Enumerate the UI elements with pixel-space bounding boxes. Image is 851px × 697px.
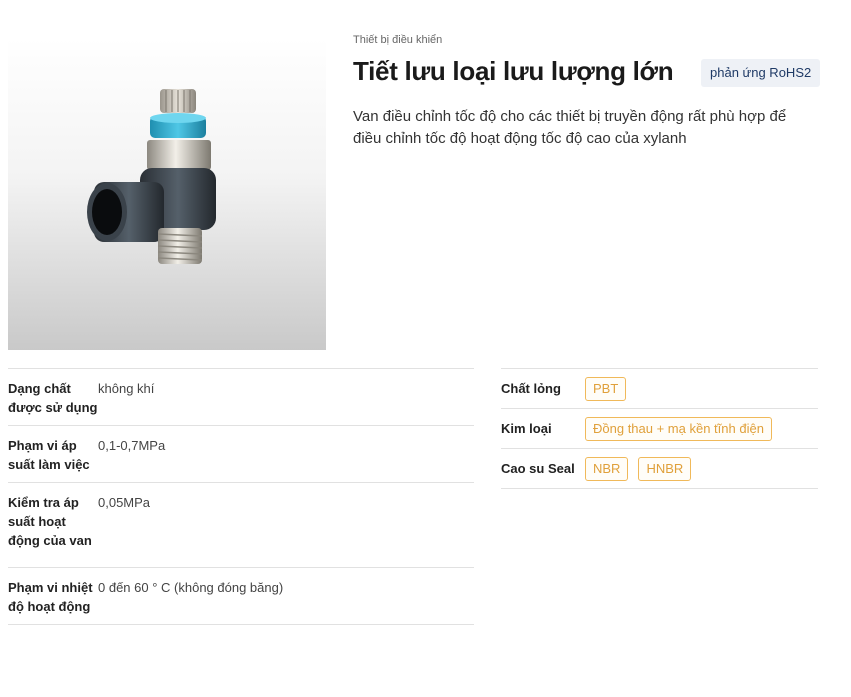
material-tag[interactable]: PBT [585,376,627,401]
material-tag[interactable]: NBR [585,456,629,481]
spec-row: Phạm vi nhiệt độ hoạt động 0 đến 60 ° C … [8,568,474,625]
speed-controller-fitting-icon [87,89,216,264]
material-tags: NBR HNBR [585,456,692,481]
spec-value: 0 đến 60 ° C (không đóng băng) [98,580,284,595]
material-table: Chất lỏng PBT Kim loại Đồng thau + mạ kề… [501,368,818,489]
material-tags: Đồng thau + mạ kền tĩnh điện [585,416,772,441]
spec-row: Kiểm tra áp suất hoạt động của van 0,05M… [8,483,474,568]
product-title: Tiết lưu loại lưu lượng lớn [353,56,674,86]
spec-label: Phạm vi nhiệt độ hoạt động [8,580,93,614]
spec-label: Dạng chất được sử dụng [8,381,98,415]
material-tag[interactable]: HNBR [638,456,692,481]
material-label: Chất lỏng [501,381,561,396]
material-row: Kim loại Đồng thau + mạ kền tĩnh điện [501,409,818,449]
spec-value: 0,05MPa [98,495,151,510]
product-description: Van điều chỉnh tốc độ cho các thiết bị t… [353,108,787,147]
material-row: Cao su Seal NBR HNBR [501,449,818,489]
material-tags: PBT [585,376,627,401]
spec-value: không khí [98,381,155,396]
spec-label: Kiểm tra áp suất hoạt động của van [8,495,92,548]
material-tag[interactable]: Đồng thau + mạ kền tĩnh điện [585,416,772,441]
rohs-badge: phản ứng RoHS2 [701,59,821,87]
material-label: Cao su Seal [501,461,575,476]
product-image [8,38,326,350]
spec-table: Dạng chất được sử dụng không khí Phạm vi… [8,368,474,625]
material-label: Kim loại [501,421,552,436]
material-row: Chất lỏng PBT [501,369,818,409]
spec-value: 0,1-0,7MPa [98,438,166,453]
product-category: Thiết bị điều khiển [353,34,443,46]
spec-row: Dạng chất được sử dụng không khí [8,369,474,426]
spec-label: Phạm vi áp suất làm việc [8,438,90,472]
spec-row: Phạm vi áp suất làm việc 0,1-0,7MPa [8,426,474,483]
